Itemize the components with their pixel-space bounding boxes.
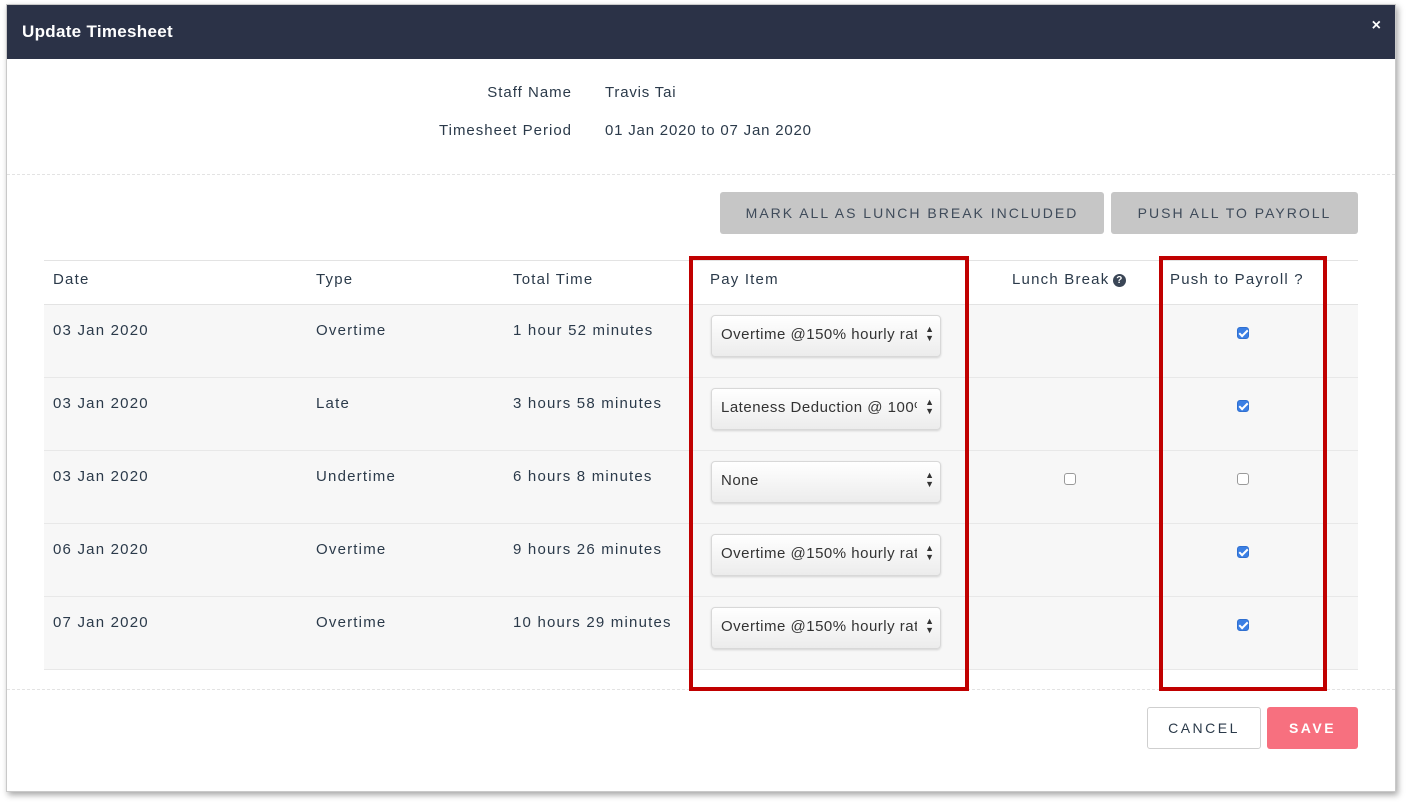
- row-date: 03 Jan 2020: [53, 395, 149, 412]
- row-total-time: 1 hour 52 minutes: [513, 322, 654, 339]
- row-date: 07 Jan 2020: [53, 614, 149, 631]
- col-lunch-break: Lunch Break?: [1012, 271, 1127, 288]
- staff-name-value: Travis Tai: [605, 84, 677, 101]
- modal-title: Update Timesheet: [22, 22, 173, 41]
- timesheet-period-value: 01 Jan 2020 to 07 Jan 2020: [605, 122, 812, 139]
- col-lunch-break-label: Lunch Break: [1012, 271, 1110, 288]
- lunch-break-checkbox[interactable]: [1064, 473, 1076, 485]
- col-date: Date: [53, 271, 90, 288]
- pay-item-select[interactable]: Overtime @150% hourly rate ▲ ▼: [711, 534, 941, 576]
- push-to-payroll-checkbox[interactable]: [1237, 619, 1249, 631]
- table-row: 03 Jan 2020 Late 3 hours 58 minutes Latenes…: [44, 378, 1358, 451]
- divider: [7, 174, 1395, 175]
- timesheet-table: Date Type Total Time Pay Item Lunch Brea…: [44, 260, 1358, 670]
- table-body: 03 Jan 2020 Overtime 1 hour 52 minutes Over…: [44, 305, 1358, 670]
- table-row: 03 Jan 2020 Overtime 1 hour 52 minutes Over…: [44, 305, 1358, 378]
- cancel-button[interactable]: CANCEL: [1147, 707, 1261, 749]
- col-type: Type: [316, 271, 354, 288]
- table-header: Date Type Total Time Pay Item Lunch Brea…: [44, 260, 1358, 305]
- push-to-payroll-checkbox[interactable]: [1237, 400, 1249, 412]
- pay-item-select[interactable]: None ▲ ▼: [711, 461, 941, 503]
- row-total-time: 10 hours 29 minutes: [513, 614, 672, 631]
- col-push-to-payroll: Push to Payroll ?: [1170, 271, 1304, 288]
- mark-all-lunch-break-button[interactable]: MARK ALL AS LUNCH BREAK INCLUDED: [720, 192, 1104, 234]
- row-type: Overtime: [316, 322, 387, 339]
- pay-item-selected-value: None: [721, 472, 759, 489]
- select-arrows-icon: ▲ ▼: [925, 616, 934, 635]
- table-row: 06 Jan 2020 Overtime 9 hours 26 minutes Ove…: [44, 524, 1358, 597]
- row-type: Undertime: [316, 468, 396, 485]
- row-date: 03 Jan 2020: [53, 468, 149, 485]
- timesheet-period-label: Timesheet Period: [439, 122, 572, 139]
- push-all-to-payroll-button[interactable]: PUSH ALL TO PAYROLL: [1111, 192, 1358, 234]
- modal-header: Update Timesheet ×: [7, 5, 1395, 59]
- pay-item-selected-value: Overtime @150% hourly rate: [721, 326, 917, 343]
- close-icon[interactable]: ×: [1372, 17, 1381, 35]
- update-timesheet-modal: Update Timesheet × Staff Name Travis Tai…: [6, 4, 1396, 792]
- row-date: 03 Jan 2020: [53, 322, 149, 339]
- push-to-payroll-checkbox[interactable]: [1237, 327, 1249, 339]
- row-type: Overtime: [316, 614, 387, 631]
- pay-item-select[interactable]: Overtime @150% hourly rate ▲ ▼: [711, 607, 941, 649]
- select-arrows-icon: ▲ ▼: [925, 324, 934, 343]
- row-total-time: 3 hours 58 minutes: [513, 395, 663, 412]
- question-circle-icon[interactable]: ?: [1113, 274, 1127, 287]
- push-to-payroll-checkbox[interactable]: [1237, 546, 1249, 558]
- pay-item-select[interactable]: Overtime @150% hourly rate ▲ ▼: [711, 315, 941, 357]
- pay-item-selected-value: Lateness Deduction @ 100%: [721, 399, 917, 416]
- table-row: 03 Jan 2020 Undertime 6 hours 8 minutes Non…: [44, 451, 1358, 524]
- row-total-time: 9 hours 26 minutes: [513, 541, 663, 558]
- table-row: 07 Jan 2020 Overtime 10 hours 29 minutes Ov…: [44, 597, 1358, 670]
- col-pay-item: Pay Item: [710, 271, 779, 288]
- staff-name-label: Staff Name: [487, 84, 572, 101]
- select-arrows-icon: ▲ ▼: [925, 470, 934, 489]
- pay-item-selected-value: Overtime @150% hourly rate: [721, 618, 917, 635]
- save-button[interactable]: SAVE: [1267, 707, 1358, 749]
- pay-item-select[interactable]: Lateness Deduction @ 100% ▲ ▼: [711, 388, 941, 430]
- row-type: Late: [316, 395, 350, 412]
- push-to-payroll-checkbox[interactable]: [1237, 473, 1249, 485]
- row-date: 06 Jan 2020: [53, 541, 149, 558]
- divider: [7, 689, 1395, 690]
- col-total-time: Total Time: [513, 271, 594, 288]
- pay-item-selected-value: Overtime @150% hourly rate: [721, 545, 917, 562]
- select-arrows-icon: ▲ ▼: [925, 543, 934, 562]
- row-total-time: 6 hours 8 minutes: [513, 468, 653, 485]
- row-type: Overtime: [316, 541, 387, 558]
- select-arrows-icon: ▲ ▼: [925, 397, 934, 416]
